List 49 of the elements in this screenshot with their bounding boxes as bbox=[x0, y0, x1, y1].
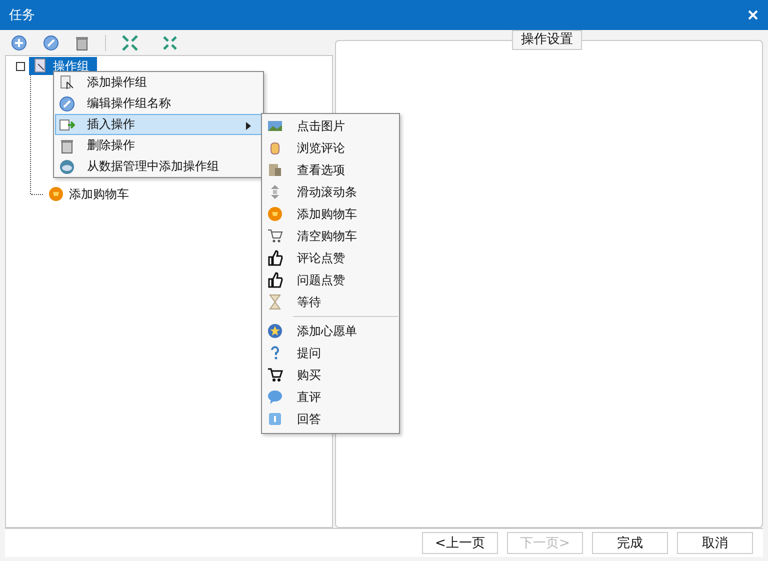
menu-item[interactable]: 直评 bbox=[263, 386, 398, 408]
hourglass-icon bbox=[267, 294, 283, 310]
close-icon[interactable] bbox=[748, 10, 758, 20]
cart-icon bbox=[267, 367, 283, 383]
chat-icon bbox=[267, 389, 283, 405]
cart-icon bbox=[48, 186, 64, 202]
menu-item[interactable]: 添加购物车 bbox=[263, 203, 398, 225]
edit-icon bbox=[59, 96, 75, 112]
thumbs-up-icon bbox=[267, 272, 283, 288]
collapse-toggle[interactable] bbox=[16, 62, 25, 70]
menu-item[interactable]: 评论点赞 bbox=[263, 247, 398, 269]
menu-item[interactable]: 购买 bbox=[263, 364, 398, 386]
menu-item[interactable]: 添加操作组 bbox=[55, 72, 262, 93]
database-icon bbox=[59, 158, 75, 174]
document-icon bbox=[32, 58, 48, 74]
add-icon[interactable] bbox=[11, 34, 27, 50]
menu-item[interactable]: 等待 bbox=[263, 291, 398, 313]
window-title: 任务 bbox=[9, 7, 35, 24]
insert-icon bbox=[59, 116, 75, 132]
menu-item[interactable]: 点击图片 bbox=[263, 115, 398, 137]
menu-item[interactable]: 添加心愿单 bbox=[263, 320, 398, 342]
button[interactable]: 取消 bbox=[677, 532, 753, 554]
button[interactable]: 完成 bbox=[592, 532, 668, 554]
button[interactable]: <上一页 bbox=[422, 532, 498, 554]
tree-item[interactable]: 添加购物车 bbox=[48, 186, 129, 202]
document-icon bbox=[267, 162, 283, 178]
menu-item[interactable]: 回答 bbox=[263, 408, 398, 430]
menu-item[interactable]: 提问 bbox=[263, 342, 398, 364]
panel-title: 操作设置 bbox=[512, 30, 582, 50]
menu-item[interactable]: 浏览评论 bbox=[263, 137, 398, 159]
image-icon bbox=[267, 118, 283, 134]
star-badge-icon bbox=[267, 323, 283, 339]
menu-item[interactable]: 从数据管理中添加操作组 bbox=[55, 156, 262, 177]
menu-item[interactable]: 查看选项 bbox=[263, 159, 398, 181]
cart-icon bbox=[267, 228, 283, 244]
menu-item[interactable]: 问题点赞 bbox=[263, 269, 398, 291]
expand-icon[interactable] bbox=[122, 34, 138, 50]
cart-icon bbox=[267, 206, 283, 222]
thumbs-up-icon bbox=[267, 250, 283, 266]
cursor-icon bbox=[59, 74, 75, 90]
edit-icon[interactable] bbox=[43, 34, 59, 50]
menu-item[interactable]: 删除操作 bbox=[55, 135, 262, 156]
trash-icon bbox=[59, 138, 75, 154]
collapse-icon[interactable] bbox=[162, 34, 178, 50]
menu-item[interactable]: 清空购物车 bbox=[263, 225, 398, 247]
menu-item[interactable]: 滑动滚动条 bbox=[263, 181, 398, 203]
menu-item[interactable]: 插入操作 bbox=[55, 114, 262, 135]
menu-item[interactable]: 编辑操作组名称 bbox=[55, 93, 262, 114]
trash-icon[interactable] bbox=[75, 34, 89, 50]
